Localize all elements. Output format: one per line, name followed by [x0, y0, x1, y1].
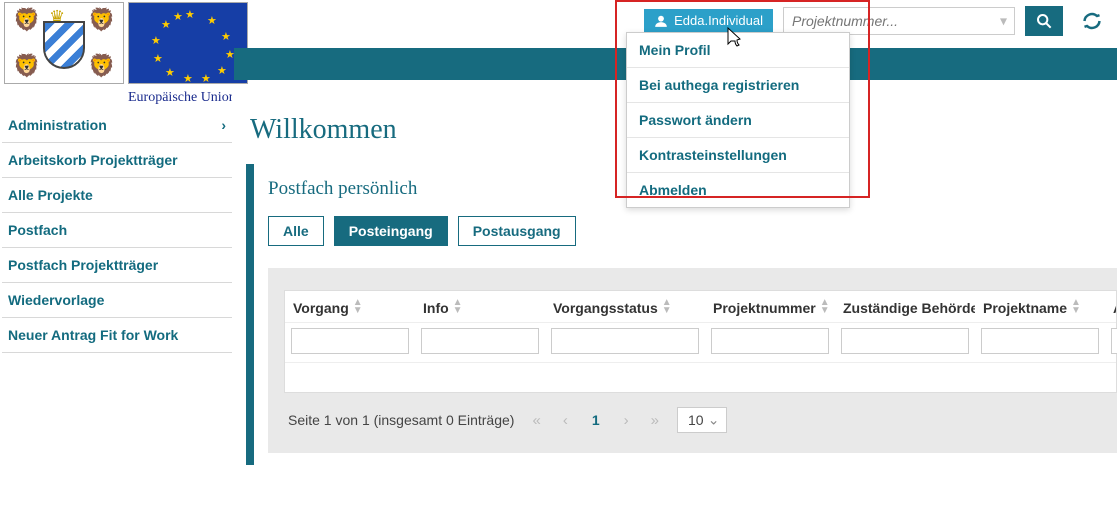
sidebar-item-postfach[interactable]: Postfach	[2, 213, 232, 248]
sidebar-item-wiedervorlage[interactable]: Wiedervorlage	[2, 283, 232, 318]
table-row-empty	[285, 362, 1116, 392]
col-behoerde[interactable]: Zuständige Behörde	[835, 291, 975, 322]
col-vorgangsstatus[interactable]: Vorgangsstatus▲▼	[545, 291, 705, 322]
filter-absender[interactable]	[1111, 328, 1117, 354]
sidebar-item-label: Postfach Projektträger	[8, 257, 158, 273]
sort-icon: ▲▼	[662, 299, 672, 315]
sidebar-item-label: Wiedervorlage	[8, 292, 104, 308]
menu-item-authega-registrieren[interactable]: Bei authega registrieren	[627, 68, 849, 103]
sidebar-item-label: Postfach	[8, 222, 67, 238]
pager-last[interactable]: »	[647, 412, 663, 429]
refresh-icon	[1082, 11, 1102, 31]
filter-behoerde[interactable]	[841, 328, 969, 354]
pager-next[interactable]: ›	[620, 412, 633, 429]
pager-page-size[interactable]: 10 ⌄	[677, 407, 727, 433]
menu-item-mein-profil[interactable]: Mein Profil	[627, 33, 849, 68]
user-label: Edda.Individual	[674, 13, 763, 28]
user-icon	[654, 14, 668, 28]
filter-info[interactable]	[421, 328, 539, 354]
sidebar-item-administration[interactable]: Administration ›	[2, 108, 232, 143]
filter-posteingang[interactable]: Posteingang	[334, 216, 448, 246]
filter-postausgang[interactable]: Postausgang	[458, 216, 576, 246]
pager: Seite 1 von 1 (insgesamt 0 Einträge) « ‹…	[284, 393, 1117, 441]
sidebar-item-label: Alle Projekte	[8, 187, 93, 203]
pager-summary: Seite 1 von 1 (insgesamt 0 Einträge)	[288, 412, 514, 428]
user-dropdown-menu: Mein Profil Bei authega registrieren Pas…	[626, 32, 850, 208]
pager-current: 1	[586, 412, 606, 428]
eu-caption: Europäische Union	[128, 90, 232, 106]
sort-icon: ▲▼	[1071, 299, 1081, 315]
sort-icon: ▲▼	[353, 299, 363, 315]
sidebar-item-label: Administration	[8, 117, 107, 133]
col-projektnummer[interactable]: Projektnummer▲▼	[705, 291, 835, 322]
menu-item-passwort-aendern[interactable]: Passwort ändern	[627, 103, 849, 138]
menu-item-abmelden[interactable]: Abmelden	[627, 173, 849, 207]
user-menu-button[interactable]: Edda.Individual	[644, 9, 773, 33]
sidebar-item-neuer-antrag-fit-for-work[interactable]: Neuer Antrag Fit for Work	[2, 318, 232, 353]
postfach-table: Vorgang▲▼ Info▲▼ Vorgangsstatus▲▼ Projek…	[284, 290, 1117, 393]
chevron-down-icon: ⌄	[708, 412, 720, 429]
sidebar-item-label: Neuer Antrag Fit for Work	[8, 327, 178, 343]
search-icon	[1036, 13, 1052, 29]
col-vorgang[interactable]: Vorgang▲▼	[285, 291, 415, 322]
sort-icon: ▲▼	[820, 299, 830, 315]
col-absender[interactable]: Absender	[1105, 291, 1116, 322]
pager-first[interactable]: «	[528, 412, 544, 429]
sidebar-item-postfach-projekttraeger[interactable]: Postfach Projektträger	[2, 248, 232, 283]
filter-projektname[interactable]	[981, 328, 1099, 354]
pager-prev[interactable]: ‹	[559, 412, 572, 429]
project-number-search[interactable]	[783, 7, 1015, 35]
search-button[interactable]	[1025, 6, 1063, 36]
sidebar-item-label: Arbeitskorb Projektträger	[8, 152, 178, 168]
refresh-button[interactable]	[1073, 6, 1111, 36]
chevron-right-icon: ›	[221, 117, 226, 133]
page-size-value: 10	[688, 412, 704, 428]
col-info[interactable]: Info▲▼	[415, 291, 545, 322]
filter-projektnummer[interactable]	[711, 328, 829, 354]
eu-flag: ★ ★ ★ ★ ★ ★ ★ ★ ★ ★ ★ ★	[128, 2, 248, 84]
filter-vorgang[interactable]	[291, 328, 409, 354]
filter-alle[interactable]: Alle	[268, 216, 324, 246]
col-projektname[interactable]: Projektname▲▼	[975, 291, 1105, 322]
filter-vorgangsstatus[interactable]	[551, 328, 699, 354]
sidebar-item-alle-projekte[interactable]: Alle Projekte	[2, 178, 232, 213]
menu-item-kontrasteinstellungen[interactable]: Kontrasteinstellungen	[627, 138, 849, 173]
sort-icon: ▲▼	[453, 299, 463, 315]
sidebar: Administration › Arbeitskorb Projektträg…	[0, 100, 234, 465]
sidebar-item-arbeitskorb-projekttraeger[interactable]: Arbeitskorb Projektträger	[2, 143, 232, 178]
bavaria-coat-of-arms: 🦁🦁 🦁🦁 ♛	[4, 2, 124, 84]
